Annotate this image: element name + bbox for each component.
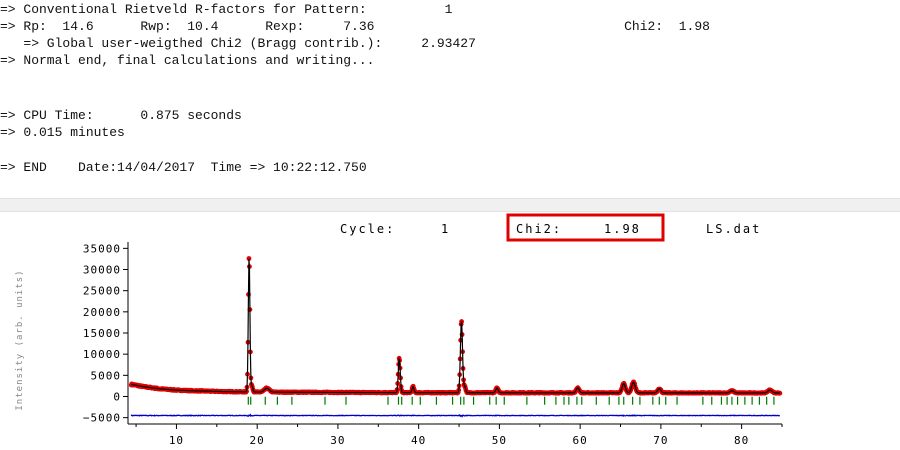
console-output: => Conventional Rietveld R-factors for P… bbox=[0, 0, 900, 198]
cycle-value: 1 bbox=[441, 222, 450, 236]
rietveld-plot-panel: Cycle: 1 Chi2: 1.98 LS.dat Intensity (ar… bbox=[0, 212, 900, 450]
console-line-rfactors-values: => Rp: 14.6 Rwp: 10.4 Rexp: 7.36 Chi2: 1… bbox=[0, 19, 710, 34]
console-line-minutes: => 0.015 minutes bbox=[0, 125, 125, 140]
y-tick-label: 15000 bbox=[83, 327, 121, 340]
x-tick-label: 70 bbox=[653, 434, 668, 447]
y-tick-label: 20000 bbox=[83, 306, 121, 319]
plot-series bbox=[128, 256, 783, 418]
y-tick-label: 25000 bbox=[83, 285, 121, 298]
panel-divider[interactable] bbox=[0, 198, 900, 212]
observed-points bbox=[128, 256, 783, 396]
console-line-global-chi2: => Global user-weigthed Chi2 (Bragg cont… bbox=[0, 36, 476, 51]
x-tick-label: 60 bbox=[573, 434, 588, 447]
rietveld-plot: Cycle: 1 Chi2: 1.98 LS.dat Intensity (ar… bbox=[15, 213, 783, 447]
x-tick-label: 10 bbox=[169, 434, 184, 447]
x-tick-label: 20 bbox=[250, 434, 265, 447]
chi2-value: 1.98 bbox=[604, 222, 641, 236]
x-tick-label: 30 bbox=[330, 434, 345, 447]
x-tick-label: 50 bbox=[492, 434, 507, 447]
y-tick-label: 35000 bbox=[83, 242, 121, 255]
y-axis-label: Intensity (arb. units) bbox=[15, 269, 25, 410]
console-line-cpu-time: => CPU Time: 0.875 seconds bbox=[0, 108, 242, 123]
y-tick-label: −5000 bbox=[83, 412, 121, 425]
console-line-rfactors-title: => Conventional Rietveld R-factors for P… bbox=[0, 2, 453, 17]
x-tick-label: 80 bbox=[734, 434, 749, 447]
console-line-end: => END Date:14/04/2017 Time => 10:22:12.… bbox=[0, 160, 367, 175]
y-tick-label: 5000 bbox=[91, 369, 122, 382]
cycle-label: Cycle: bbox=[340, 222, 395, 236]
file-name: LS.dat bbox=[706, 222, 761, 236]
y-tick-label: 10000 bbox=[83, 348, 121, 361]
difference-line bbox=[130, 413, 781, 418]
console-line-normal-end: => Normal end, final calculations and wr… bbox=[0, 53, 375, 68]
calculated-line bbox=[131, 259, 780, 394]
y-tick-label: 30000 bbox=[83, 264, 121, 277]
y-tick-label: 0 bbox=[113, 390, 121, 403]
x-tick-label: 40 bbox=[411, 434, 426, 447]
chi2-label: Chi2: bbox=[516, 222, 562, 236]
